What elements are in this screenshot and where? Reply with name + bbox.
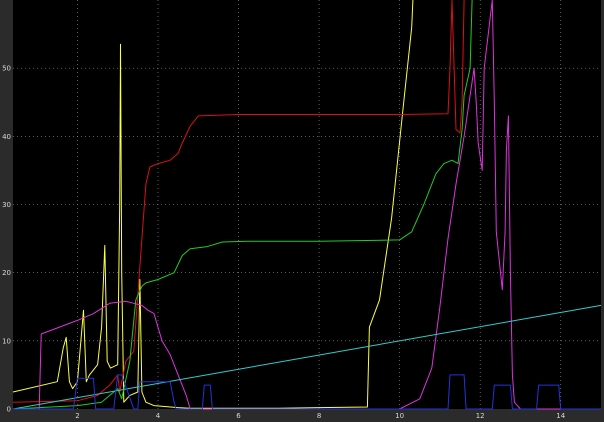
y-tick-label: 10 [2,337,11,345]
x-tick-label: 14 [556,412,565,420]
y-tick-label: 20 [2,269,11,277]
y-tick-label: 50 [2,65,11,73]
scope-window: 2 4 6 8 10 12 14 0 10 20 30 40 50 [0,0,604,422]
x-tick-label: 12 [476,412,485,420]
x-tick-label: 8 [317,412,321,420]
y-tick-label: 40 [2,133,11,141]
x-tick-label: 4 [156,412,161,420]
y-tick-labels: 0 10 20 30 40 50 [2,65,11,414]
x-tick-label: 6 [236,412,241,420]
y-tick-label: 30 [2,201,11,209]
line-chart: 2 4 6 8 10 12 14 0 10 20 30 40 50 [2,0,602,420]
x-tick-label: 10 [395,412,404,420]
x-tick-label: 2 [75,412,79,420]
y-tick-label: 0 [7,406,11,414]
x-tick-labels: 2 4 6 8 10 12 14 [75,412,566,420]
